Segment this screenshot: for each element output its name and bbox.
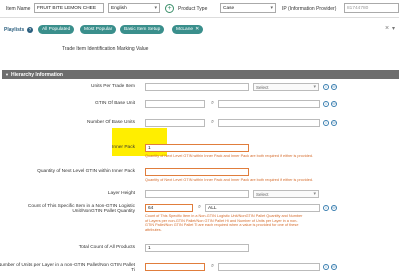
count-specific-item-lookup[interactable]: ALL [205,204,320,212]
units-per-layer-lookup[interactable] [218,263,320,271]
item-name-label: Item Name [6,6,31,12]
product-type-label: Product Type [178,6,208,12]
inner-pack-error: Quantity of Next Level GTIN within Inner… [145,154,313,158]
ip-label: IP (Information Provider) [282,6,337,12]
search-icon[interactable]: ⌕ [198,204,201,211]
units-per-layer-label: Number of Units per Layer in a non-GTIN … [0,263,135,274]
search-icon[interactable]: ⌕ [211,263,214,270]
qty-next-level-gtin-error: Quantity of Next Level GTIN within Inner… [145,178,313,182]
playlist-chip-mclane[interactable]: McLane ✕ [172,25,204,34]
units-per-trade-item-label: Units Per Trade Item [91,84,135,89]
playlist-chip-most-popular[interactable]: Most Popular [80,25,117,34]
item-header-bar: Item Name FRUIT BITE LEMON CHEE English … [0,0,399,18]
gtin-base-unit-lookup[interactable] [218,100,320,108]
help-icon[interactable]: ? [27,27,33,33]
inner-pack-label: Inner Pack [112,145,135,150]
chip-label: McLane [176,27,194,32]
ip-field[interactable]: 81744780 [344,3,399,13]
total-count-all-products-input[interactable]: 1 [145,244,249,252]
link-icon[interactable]: ∞ [331,84,337,90]
link-icon[interactable]: ∞ [331,205,337,211]
playlist-chip-basic-item-setup[interactable]: Basic Item Setup [120,25,165,34]
item-name-input[interactable]: FRUIT BITE LEMON CHEE [34,3,104,13]
info-icon[interactable]: i [323,101,329,107]
language-select[interactable]: English [108,3,160,13]
search-icon[interactable]: ⌕ [211,100,214,107]
hierarchy-section-header[interactable]: ▼ Hierarchy Information [2,70,399,79]
qty-next-level-gtin-label: Quantity of Next Level GTIN within Inner… [37,169,135,174]
section-title: Hierarchy Information [10,72,63,78]
layer-height-select[interactable]: Select [253,190,319,198]
trade-item-marking-label: Trade Item Identification Marking Value [62,46,149,52]
close-icon[interactable]: ✕ [195,26,199,32]
count-specific-item-input[interactable]: 64 [145,204,193,212]
product-type-select[interactable]: Case [220,3,276,13]
total-count-all-products-label: Total Count of All Products [78,245,135,250]
count-specific-item-label: Count of This Specific Item in a Non-GTI… [27,204,135,215]
link-icon[interactable]: ∞ [331,120,337,126]
chevron-down-icon[interactable]: ▾ [392,25,395,32]
info-icon[interactable]: i [323,120,329,126]
clear-icon[interactable]: × [385,25,389,32]
collapse-triangle-icon: ▼ [5,72,9,77]
layer-height-input[interactable] [145,190,249,198]
playlists-label: Playlists [4,27,25,33]
info-icon[interactable]: i [323,205,329,211]
link-icon[interactable]: ∞ [331,101,337,107]
link-icon[interactable]: ∞ [331,264,337,270]
info-icon[interactable]: i [323,84,329,90]
count-specific-item-error: Count of This Specific Item in a Non-GTI… [145,214,303,232]
units-per-trade-item-input[interactable] [145,83,249,91]
number-base-units-input[interactable] [145,119,205,127]
gtin-base-unit-label: GTIN Of Base Unit [95,101,135,106]
layer-height-label: Layer Height [107,191,135,196]
search-icon[interactable]: ⌕ [211,119,214,126]
number-base-units-label: Number Of Base Units [87,120,135,125]
gtin-base-unit-input[interactable] [145,100,205,108]
qty-next-level-gtin-input[interactable] [145,168,249,176]
inner-pack-input[interactable]: 1 [145,144,249,152]
add-language-icon[interactable]: + [165,4,174,13]
playlists-bar: Playlists ? All Populated Most Popular B… [0,24,399,35]
playlist-chip-all-populated[interactable]: All Populated [38,25,75,34]
units-per-trade-item-select[interactable]: Select [253,83,319,91]
info-icon[interactable]: i [323,264,329,270]
units-per-layer-input[interactable] [145,263,205,271]
number-base-units-lookup[interactable] [218,119,320,127]
